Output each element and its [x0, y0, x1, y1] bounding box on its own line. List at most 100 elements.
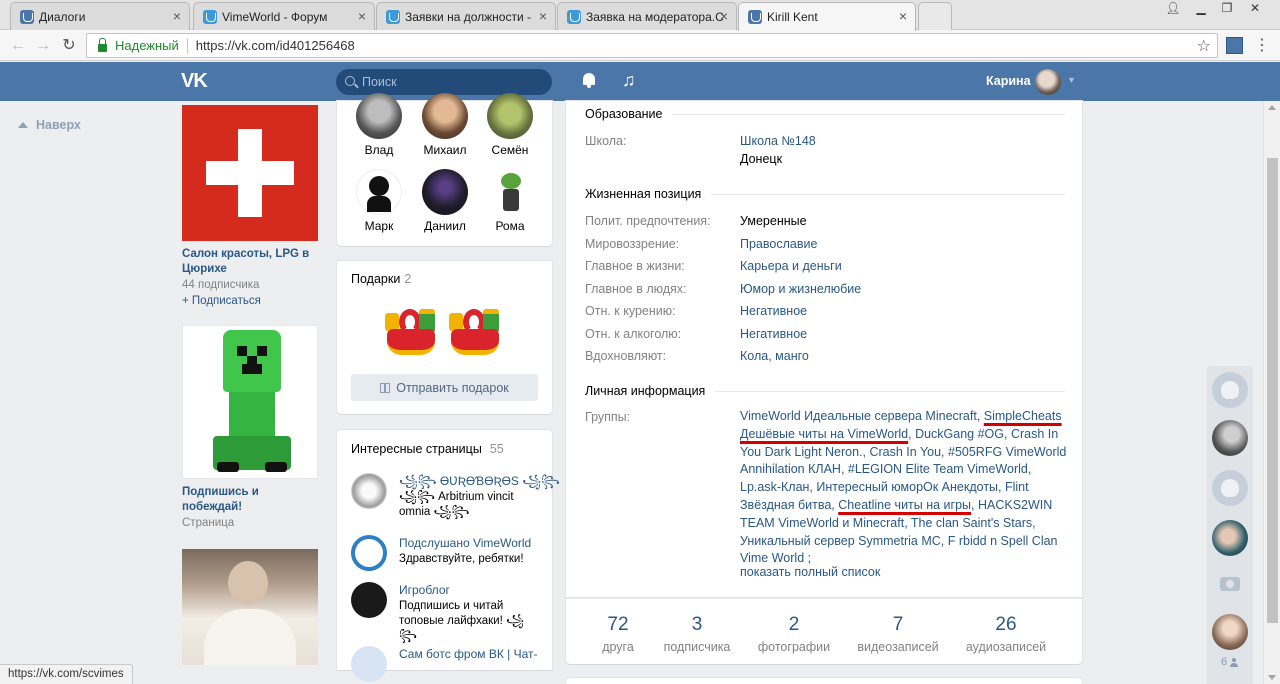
extension-icon[interactable] [1226, 37, 1243, 54]
online-friend-avatar[interactable] [1212, 420, 1248, 456]
next-card-edge [566, 678, 1082, 684]
friend-avatar [356, 169, 402, 215]
forward-arrow-icon[interactable]: → [33, 36, 53, 56]
minimize-icon[interactable]: ▁ [1188, 0, 1214, 18]
friend-item[interactable]: Рома [480, 169, 540, 233]
online-friends-count[interactable]: 6 [1221, 656, 1239, 668]
reload-icon[interactable]: ↻ [59, 36, 79, 56]
bell-icon[interactable] [582, 73, 596, 88]
menu-dots-icon[interactable]: ⋮ [1254, 37, 1270, 55]
row-value[interactable]: Негативное [740, 304, 807, 318]
arrow-up-icon [18, 122, 28, 128]
groups-list[interactable]: VimeWorld Идеальные сервера Minecraft, S… [740, 408, 1070, 568]
camera-icon[interactable] [1220, 577, 1240, 591]
gifts-block: Подарки 2 Отправить подарок [337, 261, 552, 414]
row-value[interactable]: Православие [740, 237, 817, 251]
lock-icon [98, 37, 107, 52]
counter-photos[interactable]: 2 фотографии [752, 614, 836, 655]
restore-icon[interactable]: ❐ [1214, 0, 1240, 18]
ad-image-swiss-flag[interactable] [182, 105, 318, 241]
show-full-list-link[interactable]: показать полный список [740, 565, 880, 579]
interesting-pages-block: Интересные страницы 55 ꧁꧂ ƟƲƦƟƁƟƦƟЅ ꧁꧂ ꧁꧂… [337, 430, 560, 682]
ad-image-creeper[interactable] [182, 325, 318, 479]
row-value[interactable]: Карьера и деньги [740, 259, 842, 273]
back-arrow-icon[interactable]: ← [8, 36, 28, 56]
page-item[interactable]: Сам ботс фром ВК | Чат- [351, 646, 541, 684]
page-item[interactable]: Подслушано VimeWorld Здравствуйте, ребят… [351, 535, 541, 579]
close-icon[interactable]: × [358, 9, 366, 23]
ad-subscribe-link[interactable]: + Подписаться [182, 293, 318, 309]
star-icon[interactable]: ☆ [1197, 36, 1211, 56]
online-friend-avatar[interactable] [1212, 372, 1248, 408]
ad-title[interactable]: Салон красоты, LPG в Цюрихе [182, 247, 318, 277]
close-icon[interactable]: × [539, 9, 547, 23]
current-user-name[interactable]: Карина [986, 74, 1031, 88]
window-close-icon[interactable]: ✕ [1242, 0, 1268, 18]
gifts-title[interactable]: Подарки 2 [351, 272, 411, 286]
friend-item[interactable]: Марк [349, 169, 409, 233]
counter-audios[interactable]: 26 аудиозаписей [958, 614, 1054, 655]
close-icon[interactable]: × [899, 9, 907, 23]
friend-item[interactable]: Даниил [415, 169, 475, 233]
close-icon[interactable]: × [720, 9, 728, 23]
friend-item[interactable]: Влад [349, 93, 409, 157]
tab-moderator-application[interactable]: Заявка на модератора.С × [557, 2, 737, 30]
pages-title[interactable]: Интересные страницы 55 [351, 442, 504, 456]
vk-logo[interactable]: VK [181, 70, 208, 93]
page-avatar [351, 646, 387, 682]
search-input[interactable]: Поиск [336, 69, 552, 95]
row-label: Группы: [585, 410, 631, 424]
ad-title[interactable]: Подпишись и побеждай! [182, 485, 318, 515]
row-value[interactable]: Кола, манго [740, 349, 809, 363]
online-friend-avatar[interactable] [1212, 470, 1248, 506]
friend-item[interactable]: Семён [480, 93, 540, 157]
row-label: Отн. к курению: [585, 304, 676, 318]
scroll-up-arrow-icon[interactable] [1268, 105, 1276, 110]
row-label: Мировоззрение: [585, 237, 680, 251]
row-value[interactable]: Юмор и жизнелюбие [740, 282, 861, 296]
ad-meta: 44 подписчика [182, 279, 260, 291]
friend-avatar [422, 93, 468, 139]
current-user-avatar[interactable] [1035, 69, 1061, 95]
scroll-thumb[interactable] [1267, 158, 1278, 623]
page-avatar [351, 535, 387, 571]
tab-kirill-kent[interactable]: Kirill Kent × [738, 2, 916, 31]
vk-favicon-icon [748, 10, 762, 24]
counter-followers[interactable]: 3 подписчика [659, 614, 735, 655]
counter-videos[interactable]: 7 видеозаписей [852, 614, 944, 655]
online-friend-avatar[interactable] [1212, 520, 1248, 556]
page-item[interactable]: ꧁꧂ ƟƲƦƟƁƟƦƟЅ ꧁꧂ ꧁꧂ Arbitrium vincit omni… [351, 473, 560, 518]
row-value: Умеренные [740, 214, 807, 228]
row-value[interactable]: Негативное [740, 327, 807, 341]
friend-avatar [422, 169, 468, 215]
ad-image-dress[interactable] [182, 549, 318, 665]
page-item[interactable]: Игроблог Подпишись и читай топовые лайфх… [351, 582, 541, 642]
new-tab-button[interactable] [918, 2, 952, 30]
highlighted-group[interactable]: Cheatline читы на игры [838, 498, 971, 512]
counter-friends[interactable]: 72 друга [586, 614, 650, 655]
music-icon[interactable]: ♫ [622, 71, 636, 89]
url-text: https://vk.com/id401256468 [195, 38, 355, 53]
gift-santa-sleigh[interactable] [447, 299, 501, 359]
scroll-down-arrow-icon[interactable] [1268, 675, 1276, 680]
user-icon[interactable]: 👤︎ [1160, 0, 1186, 18]
online-friend-avatar[interactable] [1212, 614, 1248, 650]
scroll-to-top-link[interactable]: Наверх [18, 118, 81, 132]
chevron-down-icon[interactable]: ▼ [1067, 75, 1076, 85]
vimeworld-favicon-icon [203, 10, 217, 24]
send-gift-button[interactable]: Отправить подарок [351, 374, 538, 401]
page-scrollbar[interactable] [1263, 101, 1280, 684]
row-label: Главное в людях: [585, 282, 687, 296]
row-value-school[interactable]: Школа №148 [740, 134, 816, 148]
vk-favicon-icon [20, 10, 34, 24]
section-title-life-position: Жизненная позиция [585, 187, 712, 201]
tab-vimeworld-forum[interactable]: VimeWorld - Форум × [193, 2, 375, 30]
friend-item[interactable]: Михаил [415, 93, 475, 157]
address-bar[interactable]: Надежный https://vk.com/id401256468 ☆ [86, 33, 1218, 58]
tab-applications[interactable]: Заявки на должности - × [376, 2, 556, 30]
close-icon[interactable]: × [173, 9, 181, 23]
friend-avatar [487, 169, 533, 215]
gift-santa-sleigh[interactable] [383, 299, 437, 359]
row-value-city: Донецк [740, 152, 783, 166]
tab-dialogs[interactable]: Диалоги × [10, 2, 190, 30]
